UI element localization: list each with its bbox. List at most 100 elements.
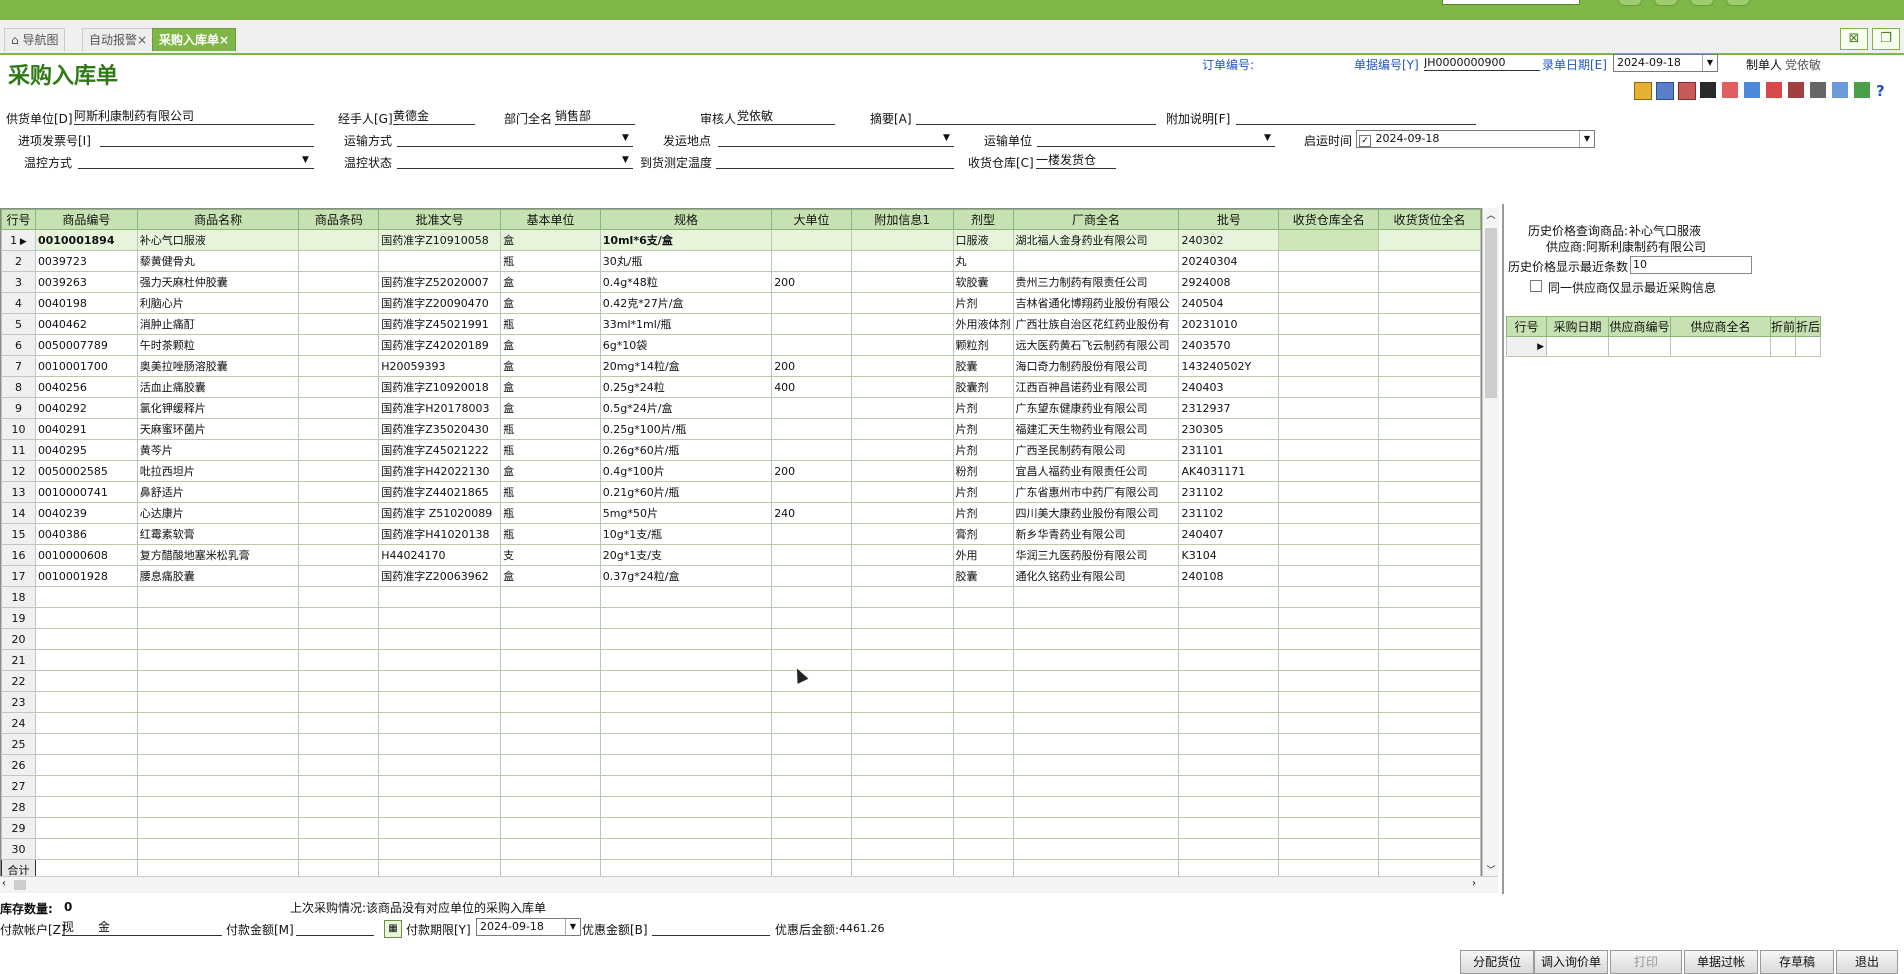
table-cell[interactable]: 0.25g*24粒 bbox=[599, 376, 773, 398]
table-row[interactable]: 28 bbox=[1, 796, 1481, 818]
table-cell[interactable] bbox=[1178, 754, 1280, 776]
table-cell[interactable] bbox=[500, 670, 601, 692]
table-cell[interactable] bbox=[298, 691, 380, 713]
table-cell[interactable]: 20mg*14粒/盒 bbox=[599, 355, 773, 377]
table-cell[interactable] bbox=[500, 796, 601, 818]
table-cell[interactable] bbox=[136, 754, 300, 776]
table-cell[interactable] bbox=[1178, 607, 1280, 629]
dept-field[interactable]: 销售部 bbox=[555, 109, 635, 125]
table-cell[interactable] bbox=[1378, 481, 1481, 503]
table-cell[interactable] bbox=[1178, 628, 1280, 650]
table-cell[interactable] bbox=[298, 817, 380, 839]
table-cell[interactable] bbox=[378, 628, 502, 650]
column-header[interactable]: 供应商编号 bbox=[1608, 316, 1671, 337]
table-cell[interactable]: 广西壮族自治区花红药业股份有 bbox=[1012, 313, 1180, 335]
table-cell[interactable]: 远大医药黄石飞云制药有限公司 bbox=[1012, 334, 1180, 356]
column-header[interactable]: 商品编号 bbox=[34, 209, 138, 230]
table-cell[interactable] bbox=[34, 586, 138, 608]
handler-field[interactable]: 黄德金 bbox=[393, 109, 475, 125]
table-cell[interactable] bbox=[1278, 460, 1380, 482]
table-cell[interactable]: 0.25g*100片/瓶 bbox=[599, 418, 773, 440]
table-cell[interactable] bbox=[500, 649, 601, 671]
table-row[interactable]: 12 0050002585 吡拉西坦片 国药准字H42022130 盒 0.4g*100片… bbox=[1, 460, 1481, 482]
table-cell[interactable]: 国药准字Z45021991 bbox=[378, 313, 502, 335]
table-cell[interactable] bbox=[771, 292, 852, 314]
table-cell[interactable] bbox=[136, 691, 300, 713]
grid-vertical-scrollbar[interactable]: ︿ ﹀ bbox=[1482, 208, 1499, 876]
document-icon[interactable] bbox=[1678, 82, 1696, 100]
table-cell[interactable] bbox=[298, 439, 380, 461]
chevron-down-icon[interactable]: ▼ bbox=[943, 133, 950, 143]
table-cell[interactable] bbox=[34, 838, 138, 860]
table-cell[interactable] bbox=[771, 439, 852, 461]
table-row[interactable]: 20 bbox=[1, 628, 1481, 650]
supplier-field[interactable]: 阿斯利康制药有限公司 bbox=[74, 109, 314, 125]
table-cell[interactable]: 盒 bbox=[500, 271, 601, 293]
table-cell[interactable] bbox=[1378, 292, 1481, 314]
table-cell[interactable] bbox=[298, 271, 380, 293]
table-cell[interactable] bbox=[1278, 607, 1380, 629]
table-cell[interactable] bbox=[952, 817, 1014, 839]
table-cell[interactable]: 瓶 bbox=[500, 523, 601, 545]
table-cell[interactable] bbox=[771, 649, 852, 671]
table-cell[interactable]: K3104 bbox=[1178, 544, 1280, 566]
table-cell[interactable] bbox=[298, 628, 380, 650]
table-cell[interactable] bbox=[1378, 670, 1481, 692]
table-cell[interactable] bbox=[1278, 796, 1380, 818]
table-cell[interactable] bbox=[1378, 565, 1481, 587]
table-cell[interactable]: 膏剂 bbox=[952, 523, 1014, 545]
table-cell[interactable]: 0050007789 bbox=[34, 334, 138, 356]
table-cell[interactable] bbox=[771, 586, 852, 608]
table-cell[interactable] bbox=[1278, 502, 1380, 524]
table-cell[interactable] bbox=[298, 502, 380, 524]
table-cell[interactable]: 午时茶颗粒 bbox=[136, 334, 300, 356]
table-cell[interactable] bbox=[298, 523, 380, 545]
table-cell[interactable] bbox=[599, 775, 773, 797]
table-cell[interactable] bbox=[378, 607, 502, 629]
table-cell[interactable] bbox=[34, 670, 138, 692]
table-cell[interactable] bbox=[1378, 229, 1481, 251]
table-cell[interactable] bbox=[771, 733, 852, 755]
table-cell[interactable] bbox=[952, 775, 1014, 797]
table-cell[interactable]: 10g*1支/瓶 bbox=[599, 523, 773, 545]
table-row[interactable]: 13 0010000741 鼻舒适片 国药准字Z44021865 瓶 0.21g*60片/… bbox=[1, 481, 1481, 503]
table-cell[interactable] bbox=[136, 586, 300, 608]
table-cell[interactable] bbox=[1278, 523, 1380, 545]
table-cell[interactable]: 240302 bbox=[1178, 229, 1280, 251]
table-cell[interactable] bbox=[850, 691, 954, 713]
table-row[interactable]: 30 bbox=[1, 838, 1481, 860]
table-cell[interactable] bbox=[952, 796, 1014, 818]
table-cell[interactable] bbox=[771, 691, 852, 713]
table-cell[interactable] bbox=[771, 775, 852, 797]
scroll-thumb[interactable] bbox=[14, 880, 26, 890]
table-cell[interactable] bbox=[1178, 712, 1280, 734]
table-cell[interactable] bbox=[34, 712, 138, 734]
post-document-button[interactable]: 单据过帐 bbox=[1684, 950, 1758, 974]
auditor-field[interactable]: 党依敏 bbox=[737, 109, 835, 125]
panel-splitter[interactable] bbox=[1502, 204, 1504, 894]
table-cell[interactable] bbox=[500, 775, 601, 797]
table-cell[interactable] bbox=[1378, 754, 1481, 776]
column-header[interactable]: 剂型 bbox=[952, 209, 1014, 230]
column-header[interactable]: 商品名称 bbox=[136, 209, 300, 230]
table-row[interactable]: 5 0040462 消肿止痛酊 国药准字Z45021991 瓶 33ml*1ml/瓶 外用液… bbox=[1, 313, 1481, 335]
table-cell[interactable] bbox=[298, 292, 380, 314]
scroll-thumb[interactable] bbox=[1485, 228, 1497, 398]
table-cell[interactable] bbox=[771, 838, 852, 860]
table-cell[interactable] bbox=[952, 607, 1014, 629]
table-row[interactable]: 2 0039723 藜黄健骨丸 瓶 30丸/瓶 丸 20240304 bbox=[1, 250, 1481, 272]
table-cell[interactable] bbox=[1378, 544, 1481, 566]
table-cell[interactable] bbox=[298, 397, 380, 419]
table-cell[interactable] bbox=[850, 334, 954, 356]
table-cell[interactable] bbox=[378, 775, 502, 797]
table-cell[interactable] bbox=[850, 544, 954, 566]
table-cell[interactable] bbox=[1012, 628, 1180, 650]
table-cell[interactable] bbox=[1278, 292, 1380, 314]
table-cell[interactable]: 颗粒剂 bbox=[952, 334, 1014, 356]
table-cell[interactable] bbox=[34, 628, 138, 650]
table-cell[interactable]: 盒 bbox=[500, 397, 601, 419]
table-cell[interactable] bbox=[771, 334, 852, 356]
table-cell[interactable]: 外用液体剂 bbox=[952, 313, 1014, 335]
table-cell[interactable] bbox=[1378, 502, 1481, 524]
table-cell[interactable]: 2403570 bbox=[1178, 334, 1280, 356]
